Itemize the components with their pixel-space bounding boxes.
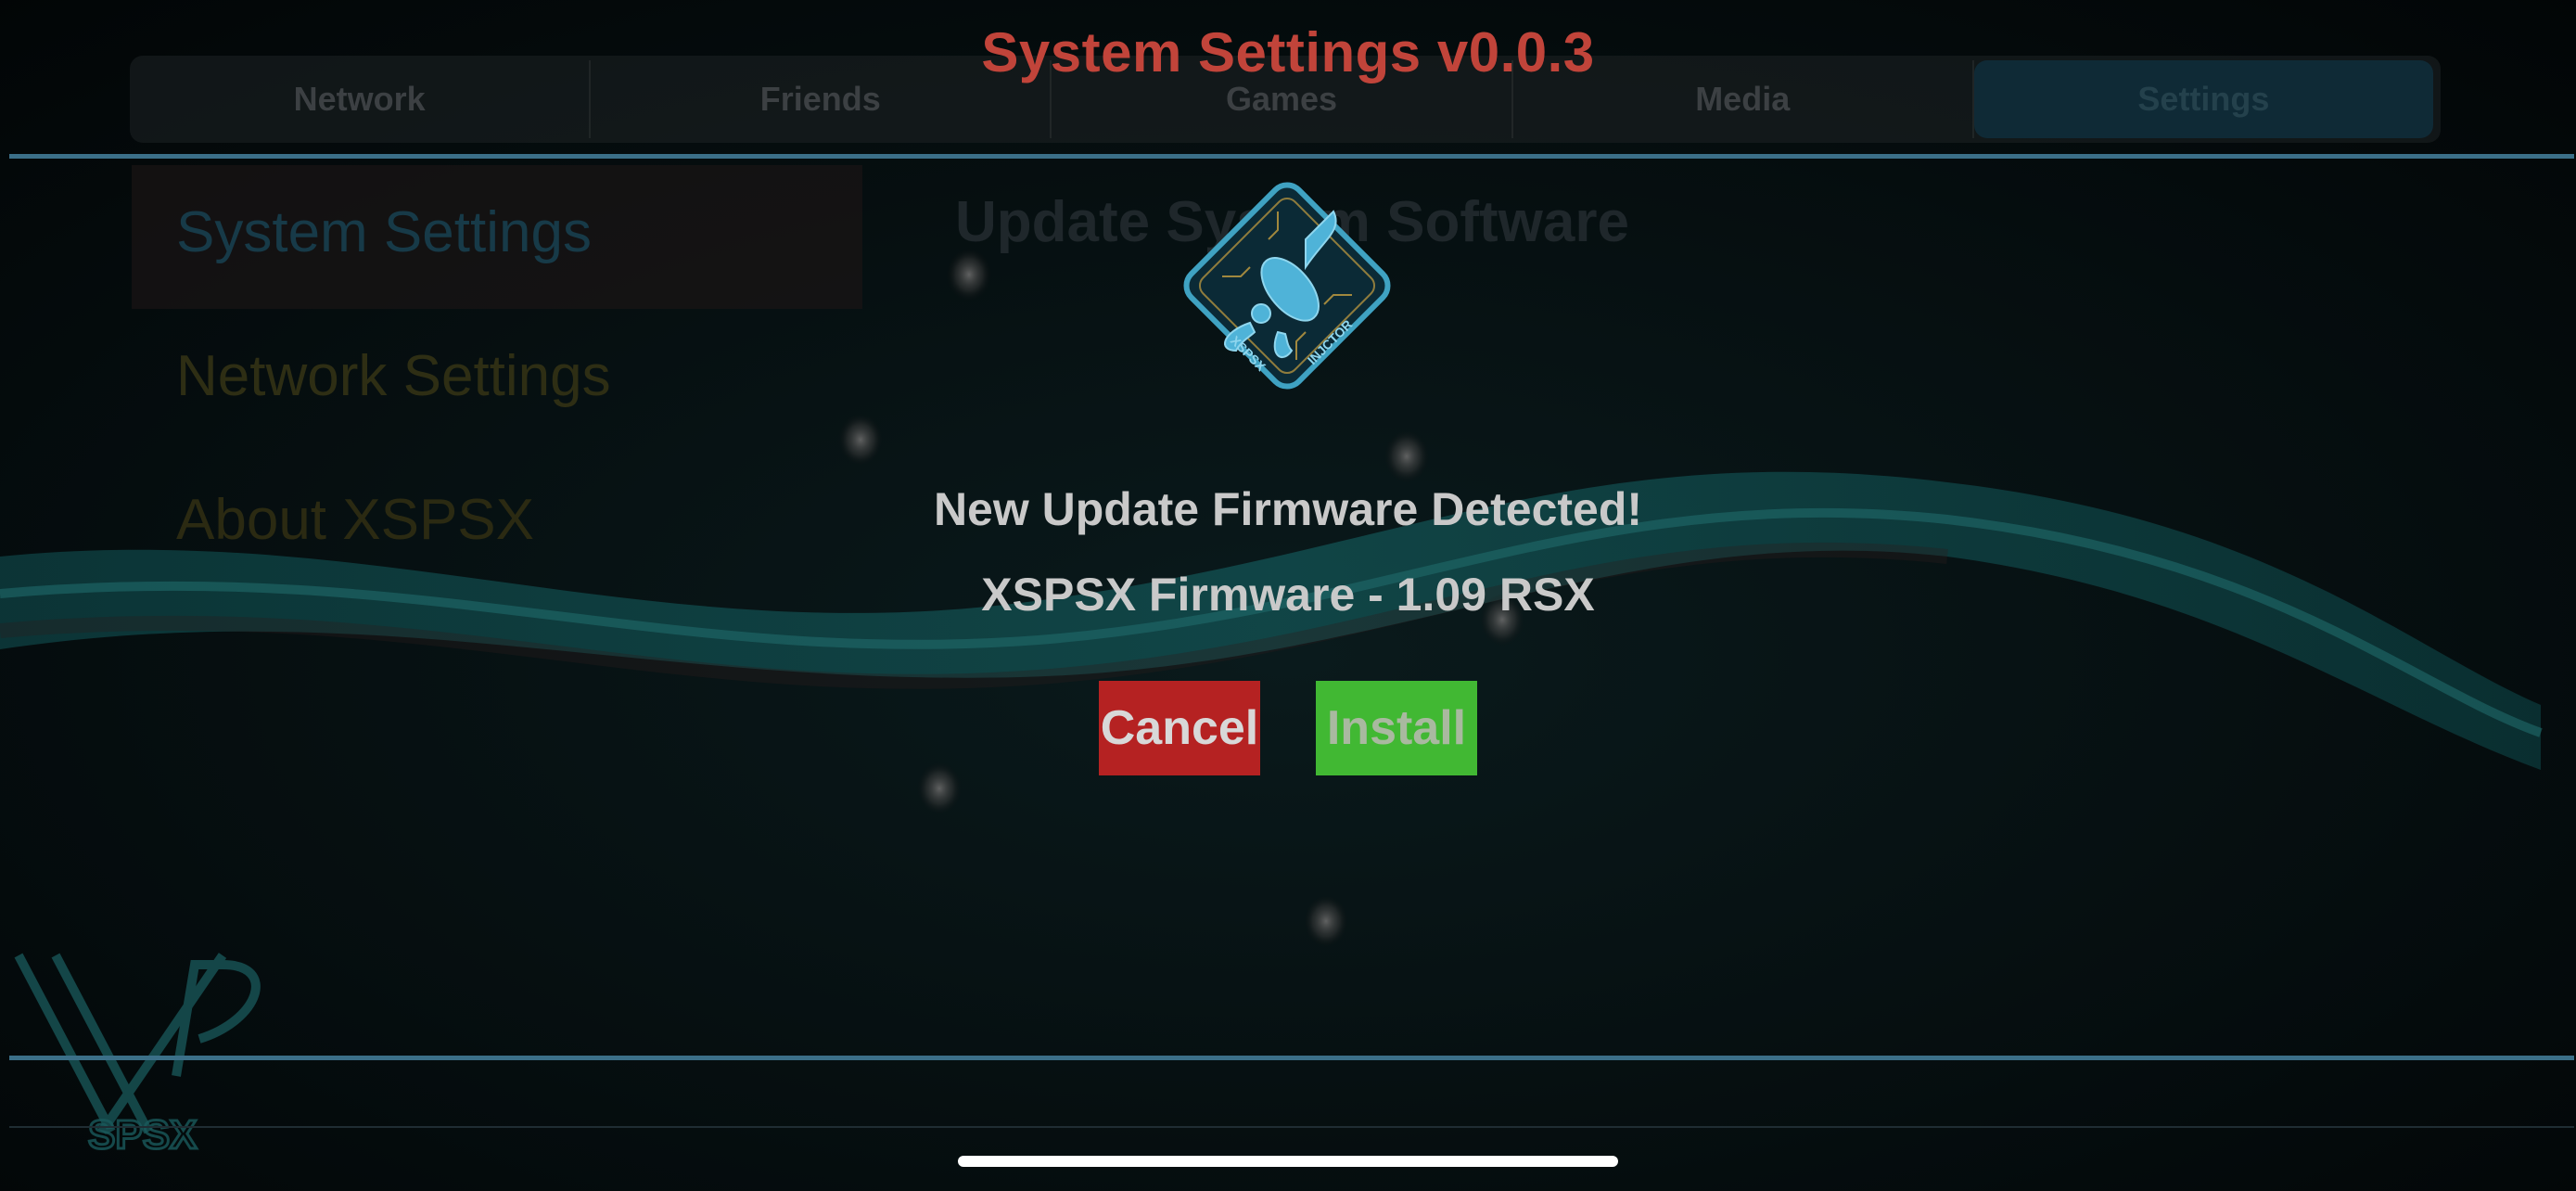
update-detected-message: New Update Firmware Detected! — [933, 483, 1643, 535]
bottom-thin-divider — [9, 1126, 2574, 1128]
scorpion-logo-icon: XSPSX INJCTOR — [1183, 182, 1391, 390]
sidebar-item-system-settings[interactable]: System Settings — [176, 199, 592, 265]
page-title: System Settings v0.0.3 — [981, 21, 1595, 83]
cancel-button[interactable]: Cancel — [1099, 681, 1260, 775]
install-button[interactable]: Install — [1316, 681, 1477, 775]
top-divider — [9, 154, 2574, 159]
firmware-version-text: XSPSX Firmware - 1.09 RSX — [981, 569, 1595, 621]
bottom-divider — [9, 1056, 2574, 1060]
sidebar-item-network-settings[interactable]: Network Settings — [176, 343, 611, 409]
home-indicator[interactable] — [958, 1156, 1618, 1167]
xsp-logo-icon: SPSX — [14, 953, 261, 1159]
svg-text:SPSX: SPSX — [88, 1112, 197, 1158]
